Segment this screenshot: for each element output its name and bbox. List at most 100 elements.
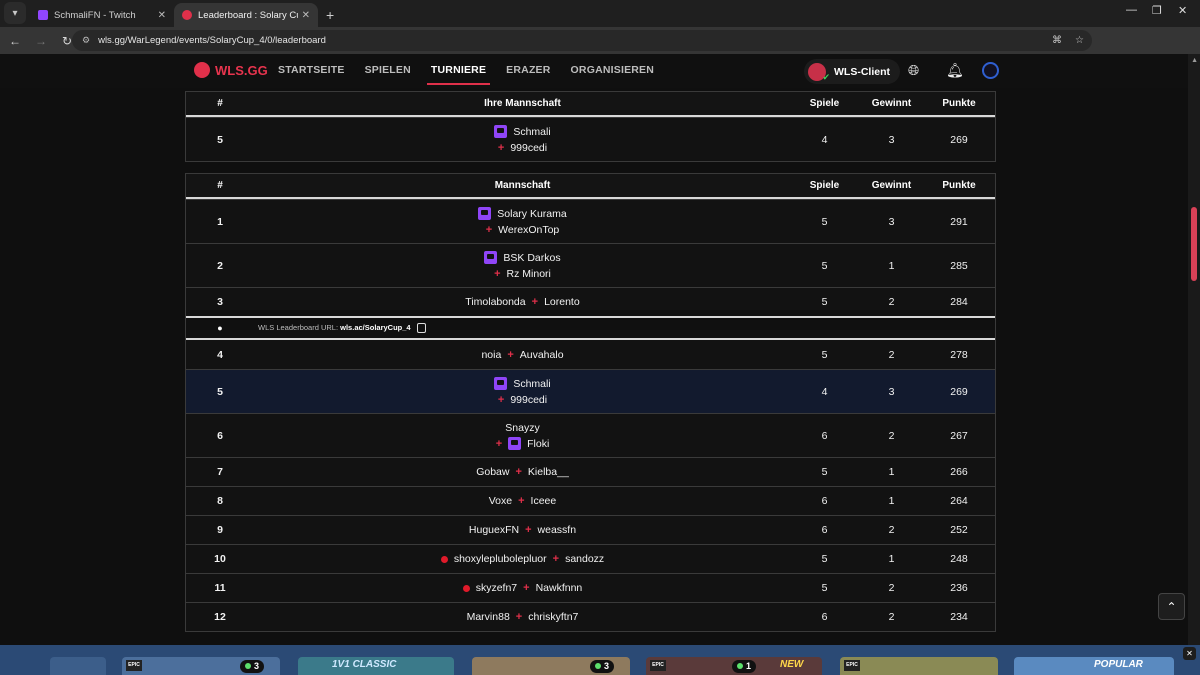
player-name[interactable]: Kielba__ (528, 464, 569, 480)
table-row[interactable]: 12 Marvin88 + chriskyftn7 6 2 234 (186, 602, 995, 631)
banner-tile[interactable]: POPULAR (1014, 657, 1174, 675)
table-row[interactable]: 9 HuguexFN + weassfn 6 2 252 (186, 515, 995, 544)
forward-icon[interactable]: → (30, 34, 52, 48)
site-viewport: WLS.GG STARTSEITE SPIELEN TURNIERE ERAZE… (0, 54, 1200, 645)
row-rank: 3 (217, 296, 223, 308)
back-icon[interactable]: ← (4, 34, 26, 48)
table-row[interactable]: 10 shoxyleplubolepluor + sandozz 5 1 248 (186, 544, 995, 573)
twitch-icon[interactable] (494, 377, 508, 390)
page-scrollbar[interactable]: ▲ (1188, 54, 1200, 645)
scroll-to-top-button[interactable]: ⌃ (1158, 593, 1185, 620)
player-name[interactable]: Nawkfnnn (536, 580, 583, 596)
tab-search-button[interactable]: ▾ (4, 2, 26, 24)
player-name[interactable]: Timolabonda (465, 294, 525, 310)
site-info-icon[interactable]: ⚙ (82, 35, 90, 46)
url-value[interactable]: wls.ac/SolaryCup_4 (340, 323, 410, 332)
menu-organisieren[interactable]: ORGANISIEREN (571, 54, 655, 88)
copy-icon[interactable] (416, 323, 426, 333)
bookmark-star-icon[interactable]: ☆ (1075, 35, 1084, 46)
player-name[interactable]: chriskyftn7 (528, 609, 578, 625)
logo-text: WLS.GG (215, 62, 268, 78)
tab-title: SchmaliFN - Twitch (54, 9, 136, 21)
scroll-up-icon[interactable]: ▲ (1191, 57, 1198, 64)
minimize-icon[interactable]: — (1126, 4, 1137, 16)
maximize-icon[interactable]: ❐ (1152, 4, 1162, 17)
table-row[interactable]: 7 Gobaw + Kielba__ 5 1 266 (186, 457, 995, 486)
table-row[interactable]: 3 Timolabonda + Lorento 5 2 284 (186, 287, 995, 316)
close-tab-icon[interactable]: ✕ (302, 10, 310, 21)
player-name[interactable]: 999cedi (510, 392, 547, 408)
player-name[interactable]: Gobaw (476, 464, 509, 480)
tab-leaderboard[interactable]: Leaderboard : Solary Cup - War ✕ (174, 3, 318, 27)
player-name[interactable]: Lorento (544, 294, 580, 310)
table-row[interactable]: 4 noia + Auvahalo 5 2 278 (186, 340, 995, 369)
banner-tile[interactable]: 3 (472, 657, 630, 675)
player-name[interactable]: Solary Kurama (497, 206, 566, 222)
banner-tile[interactable]: 1V1 CLASSIC (298, 657, 454, 675)
player-name[interactable]: weassfn (538, 522, 577, 538)
row-games: 6 (821, 524, 828, 536)
row-wins: 2 (888, 582, 895, 594)
player-name[interactable]: WerexOnTop (498, 222, 559, 238)
player-name[interactable]: Voxe (489, 493, 512, 509)
player-name[interactable]: skyzefn7 (476, 580, 517, 596)
col-rank: # (217, 98, 223, 109)
player-name[interactable]: Schmali (513, 376, 550, 392)
player-name[interactable]: sandozz (565, 551, 604, 567)
player-name[interactable]: Schmali (513, 124, 550, 140)
wls-client-button[interactable]: ✔ WLS-Client (804, 59, 900, 84)
wls-small-logo-icon: ● (217, 323, 223, 333)
scrollbar-thumb[interactable] (1191, 207, 1197, 281)
twitch-icon[interactable] (508, 437, 522, 450)
player-name[interactable]: Floki (527, 436, 549, 452)
menu-spielen[interactable]: SPIELEN (365, 54, 411, 88)
player-name[interactable]: 999cedi (510, 140, 547, 156)
notification-bell-icon[interactable]: 🔔︎ (946, 62, 964, 79)
browser-toolbar: ← → ↻ ⚙ wls.gg/WarLegend/events/SolaryCu… (0, 27, 1200, 73)
player-name[interactable]: HuguexFN (469, 522, 519, 538)
wls-logo-icon (194, 62, 210, 78)
player-name[interactable]: Snayzy (505, 420, 539, 436)
user-avatar[interactable] (982, 62, 999, 79)
player-name[interactable]: Marvin88 (467, 609, 510, 625)
wls-logo[interactable]: WLS.GG (194, 62, 268, 78)
tab-twitch[interactable]: SchmaliFN - Twitch ✕ (30, 3, 174, 27)
player-name[interactable]: Rz Minori (507, 266, 551, 282)
translate-icon[interactable]: ⌘ (1052, 35, 1062, 46)
banner-tile[interactable]: EPIC 1 NEW (646, 657, 822, 675)
address-bar[interactable]: ⚙ wls.gg/WarLegend/events/SolaryCup_4/0/… (72, 30, 1092, 51)
row-team: Snayzy + Floki (254, 420, 791, 452)
banner-tile[interactable]: EPIC (840, 657, 998, 675)
twitch-icon[interactable] (478, 207, 492, 220)
row-wins: 2 (888, 524, 895, 536)
plus-icon: + (495, 437, 503, 450)
table-row-highlighted[interactable]: 5 Schmali +999cedi 4 3 269 (186, 369, 995, 413)
row-wins: 3 (888, 133, 895, 146)
player-name[interactable]: BSK Darkos (503, 250, 560, 266)
col-points: Punkte (942, 180, 976, 191)
menu-erazer[interactable]: ERAZER (506, 54, 550, 88)
table-row[interactable]: 5 Schmali +999cedi 4 3 269 (186, 117, 995, 161)
close-tab-icon[interactable]: ✕ (158, 10, 166, 21)
banner-tile[interactable] (50, 657, 106, 675)
language-globe-icon[interactable]: 🌐︎ (908, 62, 919, 79)
table-row[interactable]: 11 skyzefn7 + Nawkfnnn 5 2 236 (186, 573, 995, 602)
banner-tile[interactable]: EPIC 3 (122, 657, 280, 675)
new-tab-button[interactable]: + (326, 7, 334, 23)
table-row[interactable]: 1 Solary Kurama + WerexOnTop 5 3 291 (186, 199, 995, 243)
menu-turniere[interactable]: TURNIERE (426, 54, 491, 88)
table-row[interactable]: 8 Voxe + Iceee 6 1 264 (186, 486, 995, 515)
banner-close-icon[interactable]: ✕ (1183, 647, 1196, 660)
menu-startseite[interactable]: STARTSEITE (278, 54, 345, 88)
table-row[interactable]: 2 BSK Darkos + Rz Minori 5 1 285 (186, 243, 995, 287)
player-name[interactable]: Auvahalo (520, 347, 564, 363)
player-name[interactable]: noia (481, 347, 501, 363)
player-name[interactable]: Iceee (531, 493, 557, 509)
close-window-icon[interactable]: ✕ (1178, 4, 1187, 17)
table-row[interactable]: 6 Snayzy + Floki 6 2 267 (186, 413, 995, 457)
twitch-icon[interactable] (494, 125, 508, 138)
twitch-icon[interactable] (484, 251, 498, 264)
row-points: 267 (950, 429, 968, 442)
player-name[interactable]: shoxyleplubolepluor (454, 551, 547, 567)
plus-icon: + (515, 466, 522, 478)
